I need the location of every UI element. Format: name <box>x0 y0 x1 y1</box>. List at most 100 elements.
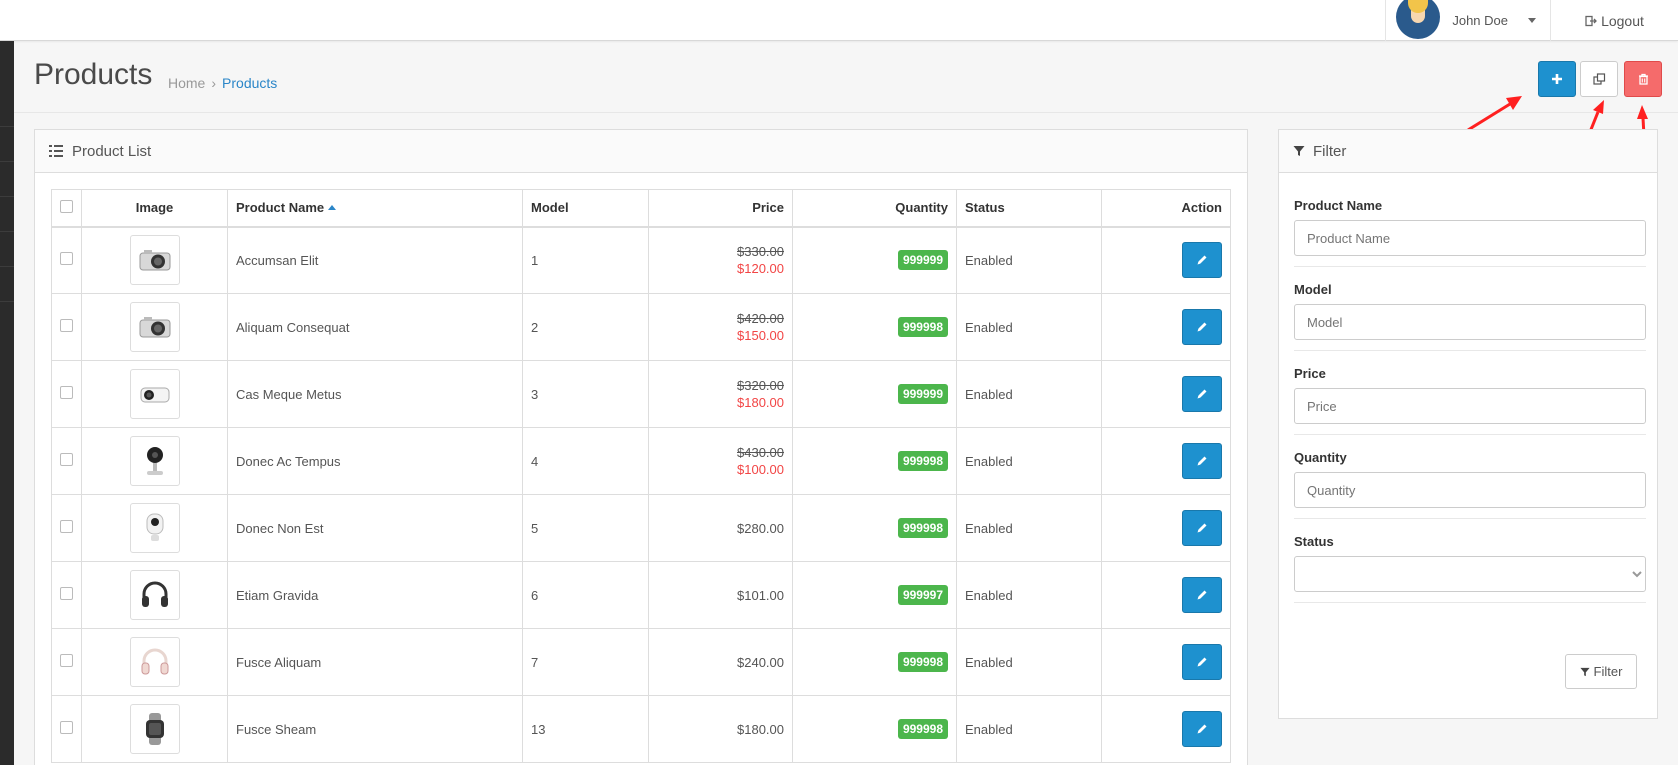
pencil-icon <box>1197 456 1207 466</box>
filter-heading: Filter <box>1279 130 1657 173</box>
filter-divider <box>1294 602 1646 603</box>
row-checkbox[interactable] <box>60 721 73 734</box>
row-checkbox[interactable] <box>60 587 73 600</box>
product-price: $101.00 <box>648 561 793 629</box>
copy-icon <box>1592 72 1605 85</box>
product-price: $430.00 $100.00 <box>648 427 793 495</box>
product-status: Enabled <box>956 427 1102 495</box>
breadcrumb-products[interactable]: Products <box>222 75 277 91</box>
product-status: Enabled <box>956 293 1102 361</box>
product-name: Aliquam Consequat <box>227 293 523 361</box>
breadcrumb: Home › Products <box>168 75 277 91</box>
price-original: $330.00 <box>737 244 784 260</box>
pencil-icon <box>1197 389 1207 399</box>
filter-status-select[interactable] <box>1294 556 1646 592</box>
edit-button[interactable] <box>1182 577 1222 613</box>
column-product-name[interactable]: Product Name <box>227 189 523 227</box>
edit-button[interactable] <box>1182 711 1222 747</box>
price-special: $180.00 <box>737 395 784 410</box>
product-status: Enabled <box>956 226 1102 294</box>
column-model[interactable]: Model <box>522 189 649 227</box>
filter-panel: Filter Product Name Model Price Quantity… <box>1278 129 1658 719</box>
delete-button[interactable] <box>1624 61 1662 97</box>
filter-quantity-input[interactable] <box>1294 472 1646 508</box>
breadcrumb-home[interactable]: Home <box>168 75 205 91</box>
filter-name-input[interactable] <box>1294 220 1646 256</box>
column-quantity[interactable]: Quantity <box>792 189 957 227</box>
edit-button[interactable] <box>1182 376 1222 412</box>
chevron-down-icon <box>1528 18 1536 23</box>
add-new-button[interactable] <box>1538 61 1576 97</box>
plus-icon <box>1552 74 1562 84</box>
table-header-row: Image Product Name Model Price Quantity … <box>51 189 1231 227</box>
row-checkbox[interactable] <box>60 386 73 399</box>
product-model: 7 <box>522 628 649 696</box>
row-checkbox[interactable] <box>60 319 73 332</box>
product-name: Etiam Gravida <box>227 561 523 629</box>
column-status[interactable]: Status <box>956 189 1102 227</box>
edit-button[interactable] <box>1182 443 1222 479</box>
product-list-title: Product List <box>72 142 152 160</box>
product-status: Enabled <box>956 695 1102 763</box>
product-thumbnail <box>129 235 180 286</box>
product-thumbnail <box>129 302 180 352</box>
row-checkbox[interactable] <box>60 520 73 533</box>
watch-icon <box>142 712 168 746</box>
filter-group-quantity: Quantity <box>1294 450 1646 508</box>
product-model: 5 <box>522 494 649 562</box>
sign-out-icon <box>1585 15 1597 26</box>
camera-icon <box>138 314 172 340</box>
logout-link[interactable]: Logout <box>1551 0 1678 41</box>
pencil-icon <box>1197 523 1207 533</box>
product-name: Fusce Aliquam <box>227 628 523 696</box>
product-name: Accumsan Elit <box>227 226 523 294</box>
edit-button[interactable] <box>1182 644 1222 680</box>
product-thumbnail <box>129 704 180 754</box>
table-row: Donec Non Est 5 $280.00 999998 Enabled <box>51 494 1231 562</box>
user-name: John Doe <box>1452 13 1508 28</box>
select-all-checkbox[interactable] <box>60 199 73 213</box>
edit-button[interactable] <box>1182 510 1222 546</box>
product-model: 3 <box>522 360 649 428</box>
edit-button[interactable] <box>1182 309 1222 345</box>
filter-price-input[interactable] <box>1294 388 1646 424</box>
quantity-badge: 999998 <box>897 652 948 672</box>
user-menu[interactable]: John Doe <box>1385 0 1551 41</box>
edit-button[interactable] <box>1182 242 1222 279</box>
row-checkbox[interactable] <box>60 453 73 466</box>
product-thumbnail <box>129 570 180 620</box>
product-model: 13 <box>522 695 649 763</box>
product-thumbnail <box>129 637 180 687</box>
avatar <box>1396 0 1441 39</box>
row-checkbox[interactable] <box>60 654 73 667</box>
sort-asc-icon <box>328 205 337 211</box>
pencil-icon <box>1197 590 1207 600</box>
price-special: $120.00 <box>737 261 784 277</box>
pencil-icon <box>1197 322 1207 332</box>
product-price: $240.00 <box>648 628 793 696</box>
column-image: Image <box>81 189 228 227</box>
price-special: $100.00 <box>737 462 784 477</box>
column-price[interactable]: Price <box>648 189 793 227</box>
quantity-badge: 999998 <box>897 317 948 337</box>
product-list-heading: Product List <box>35 130 1247 173</box>
filter-button[interactable]: Filter <box>1565 654 1637 689</box>
filter-title: Filter <box>1313 142 1347 160</box>
product-thumbnail <box>129 369 180 419</box>
product-status: Enabled <box>956 360 1102 428</box>
filter-icon <box>1293 146 1305 156</box>
copy-button[interactable] <box>1580 61 1618 97</box>
filter-icon <box>1579 667 1590 676</box>
breadcrumb-separator: › <box>211 75 217 91</box>
table-row: Donec Ac Tempus 4 $430.00 $100.00 999998 Enab… <box>51 427 1231 495</box>
headphones-icon <box>139 646 171 678</box>
pencil-icon <box>1197 724 1207 734</box>
table-row: Etiam Gravida 6 $101.00 999997 Enabled <box>51 561 1231 629</box>
row-checkbox[interactable] <box>60 252 73 266</box>
filter-model-input[interactable] <box>1294 304 1646 340</box>
filter-group-name: Product Name <box>1294 198 1646 256</box>
action-camera-icon <box>138 381 172 407</box>
product-thumbnail <box>129 503 180 553</box>
product-model: 1 <box>522 226 649 294</box>
trash-icon <box>1638 73 1648 85</box>
